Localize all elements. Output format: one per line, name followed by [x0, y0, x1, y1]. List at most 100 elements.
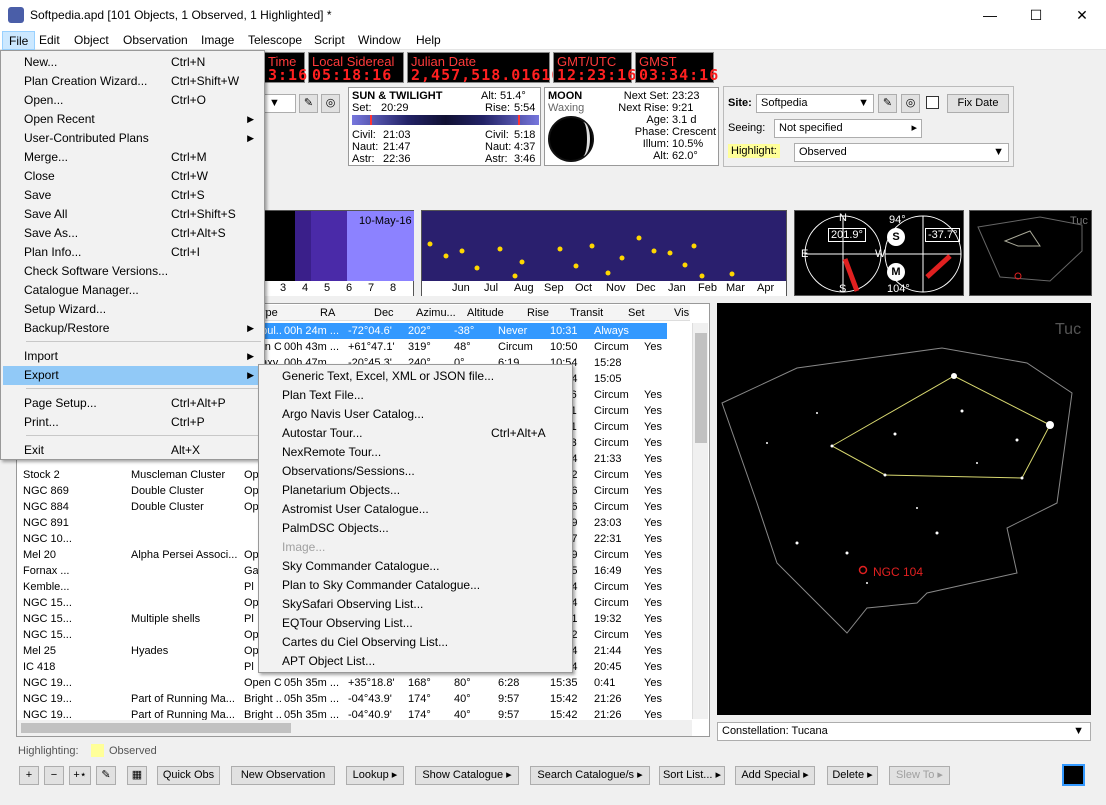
export-item-observations[interactable]: Observations/Sessions...	[261, 462, 570, 481]
menu-item-save-as[interactable]: Save As... Ctrl+Alt+S	[3, 224, 262, 243]
col-transit[interactable]: Transit	[570, 307, 603, 319]
menu-item-export[interactable]: Export ▶	[3, 366, 262, 385]
table-cell: Circum	[594, 341, 629, 353]
table-hscroll[interactable]	[17, 720, 692, 736]
export-item-skysafari[interactable]: SkySafari Observing List...	[261, 595, 570, 614]
export-item-argo-navis[interactable]: Argo Navis User Catalog...	[261, 405, 570, 424]
sky-chart[interactable]: NGC 104 Tuc	[717, 303, 1091, 715]
highlight-combo[interactable]: Observed ▼	[794, 143, 1009, 162]
table-cell: Multiple shells	[131, 613, 201, 625]
menu-item-close[interactable]: Close Ctrl+W	[3, 167, 262, 186]
menu-observation[interactable]: Observation	[117, 31, 194, 50]
add-icon[interactable]: +	[19, 766, 39, 785]
table-row[interactable]: NGC 19... Part of Running Ma... Bright ...…	[20, 691, 667, 707]
menu-item-user-contributed-plans[interactable]: User-Contributed Plans ▶	[3, 129, 262, 148]
remove-icon[interactable]: −	[44, 766, 64, 785]
menu-item-page-setup[interactable]: Page Setup... Ctrl+Alt+P	[3, 394, 262, 413]
table-cell: 15:42	[550, 693, 578, 705]
col-vis[interactable]: Vis	[674, 307, 689, 319]
table-scrollbar[interactable]	[692, 323, 708, 719]
col-rise[interactable]: Rise	[527, 307, 549, 319]
menu-help[interactable]: Help	[410, 31, 447, 50]
menu-item-check-software[interactable]: Check Software Versions...	[3, 262, 262, 281]
menu-item-print[interactable]: Print... Ctrl+P	[3, 413, 262, 432]
pen-icon[interactable]: ✎	[299, 94, 318, 113]
menu-file[interactable]: File	[2, 31, 36, 50]
site-combo[interactable]: Softpedia ▼	[756, 94, 874, 113]
export-item-astromist[interactable]: Astromist User Catalogue...	[261, 500, 570, 519]
export-item-plan-text[interactable]: Plan Text File...	[261, 386, 570, 405]
export-item-autostar-tour[interactable]: Autostar Tour... Ctrl+Alt+A	[261, 424, 570, 443]
file-menu: New... Ctrl+N Plan Creation Wizard... Ctrl…	[0, 50, 265, 460]
device-icon[interactable]: ▦	[127, 766, 147, 785]
add-multiple-icon[interactable]: +⋆	[69, 766, 91, 785]
menu-item-save[interactable]: Save Ctrl+S	[3, 186, 262, 205]
export-item-eqtour[interactable]: EQTour Observing List...	[261, 614, 570, 633]
export-item-apt[interactable]: APT Object List...	[261, 652, 570, 671]
delete-button[interactable]: Delete ▸	[827, 766, 878, 785]
fix-date-button[interactable]: Fix Date	[947, 94, 1009, 113]
menu-telescope[interactable]: Telescope	[242, 31, 308, 50]
close-icon[interactable]: ✕	[1059, 0, 1105, 31]
maximize-icon[interactable]: ☐	[1013, 0, 1059, 31]
table-cell	[128, 531, 241, 547]
sort-list-button[interactable]: Sort List... ▸	[659, 766, 725, 785]
sky-view-icon[interactable]	[1062, 764, 1085, 786]
table-cell: Mel 20	[23, 549, 57, 561]
show-catalogue-button[interactable]: Show Catalogue ▸	[415, 766, 519, 785]
export-item-generic-text[interactable]: Generic Text, Excel, XML or JSON file...	[261, 367, 570, 386]
menu-item-backup-restore[interactable]: Backup/Restore ▶	[3, 319, 262, 338]
menu-item-merge[interactable]: Merge... Ctrl+M	[3, 148, 262, 167]
lookup-button[interactable]: Lookup ▸	[346, 766, 404, 785]
export-item-palmdsc[interactable]: PalmDSC Objects...	[261, 519, 570, 538]
export-item-nexremote-tour[interactable]: NexRemote Tour...	[261, 443, 570, 462]
export-item-sky-commander[interactable]: Sky Commander Catalogue...	[261, 557, 570, 576]
location-combo[interactable]: ▼	[264, 94, 296, 113]
quick-obs-button[interactable]: Quick Obs	[157, 766, 220, 785]
fix-date-checkbox[interactable]	[926, 96, 939, 109]
menu-item-catalogue-manager[interactable]: Catalogue Manager...	[3, 281, 262, 300]
menu-script[interactable]: Script	[308, 31, 351, 50]
menu-item-plan-info[interactable]: Plan Info... Ctrl+I	[3, 243, 262, 262]
menu-item-new[interactable]: New... Ctrl+N	[3, 53, 262, 72]
menu-item-exit[interactable]: Exit Alt+X	[3, 441, 262, 460]
menu-item-import[interactable]: Import ▶	[3, 347, 262, 366]
export-item-plan-to-sky-commander[interactable]: Plan to Sky Commander Catalogue...	[261, 576, 570, 595]
globe-icon[interactable]: ◎	[321, 94, 340, 113]
globe-icon[interactable]: ◎	[901, 94, 920, 113]
export-submenu: Generic Text, Excel, XML or JSON file...…	[258, 364, 573, 673]
export-item-image: Image...	[282, 540, 326, 554]
seeing-combo[interactable]: Not specified ▸	[774, 119, 922, 138]
pen-icon[interactable]: ✎	[878, 94, 897, 113]
new-observation-button[interactable]: New Observation	[231, 766, 335, 785]
menu-item-setup-wizard[interactable]: Setup Wizard...	[3, 300, 262, 319]
search-catalogues-button[interactable]: Search Catalogue/s ▸	[530, 766, 650, 785]
col-azimuth[interactable]: Azimu...	[416, 307, 456, 319]
col-ra[interactable]: RA	[320, 307, 335, 319]
menu-image[interactable]: Image	[195, 31, 240, 50]
table-row[interactable]: NGC 19... Open C...05h 35m ... +35°18.8' 16…	[20, 675, 667, 691]
table-cell: Stock 2	[23, 469, 60, 481]
slew-to-button[interactable]: Slew To ▸	[889, 766, 950, 785]
add-special-button[interactable]: Add Special ▸	[735, 766, 815, 785]
col-altitude[interactable]: Altitude	[467, 307, 504, 319]
pen-icon[interactable]: ✎	[96, 766, 116, 785]
menu-item-save-all[interactable]: Save All Ctrl+Shift+S	[3, 205, 262, 224]
menu-item-open[interactable]: Open... Ctrl+O	[3, 91, 262, 110]
menu-edit[interactable]: Edit	[33, 31, 66, 50]
table-cell: Circum	[594, 581, 629, 593]
col-set[interactable]: Set	[628, 307, 645, 319]
menu-item-open-recent[interactable]: Open Recent ▶	[3, 110, 262, 129]
col-dec[interactable]: Dec	[374, 307, 394, 319]
local-sidereal-display: Local Sidereal 05:18:16	[308, 52, 404, 84]
export-item-planetarium[interactable]: Planetarium Objects...	[261, 481, 570, 500]
constellation-combo[interactable]: Constellation: Tucana ▼	[717, 722, 1091, 741]
table-cell: Kemble...	[23, 581, 70, 593]
menu-item-plan-creation-wizard[interactable]: Plan Creation Wizard... Ctrl+Shift+W	[3, 72, 262, 91]
minimize-icon[interactable]: —	[967, 0, 1013, 31]
year-dots	[427, 235, 735, 279]
table-cell: Yes	[644, 693, 662, 705]
menu-window[interactable]: Window	[352, 31, 407, 50]
export-item-cartes-du-ciel[interactable]: Cartes du Ciel Observing List...	[261, 633, 570, 652]
menu-object[interactable]: Object	[68, 31, 115, 50]
